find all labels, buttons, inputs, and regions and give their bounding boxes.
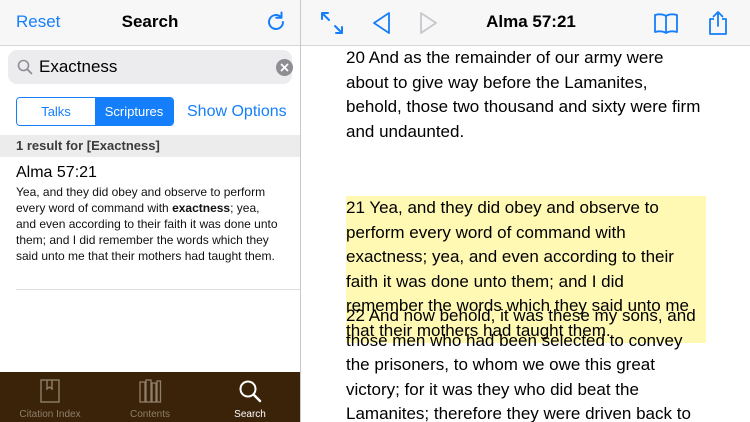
tab-citation-index-label: Citation Index [19, 409, 81, 420]
search-result-item[interactable]: Alma 57:21 Yea, and they did obey and ob… [16, 164, 300, 264]
tab-search[interactable]: Search [200, 372, 300, 422]
result-snippet: Yea, and they did obey and observe to pe… [16, 184, 280, 264]
segment-talks[interactable]: Talks [17, 98, 95, 125]
search-field[interactable]: Exactness [8, 50, 293, 84]
reader-navbar: Alma 57:21 [301, 0, 750, 46]
segment-scriptures[interactable]: Scriptures [95, 98, 173, 125]
search-pane: Reset Search Exactness Talks Scriptures … [0, 0, 301, 422]
bookmark-book-icon [40, 379, 60, 403]
expand-icon[interactable] [319, 10, 345, 36]
result-reference: Alma 57:21 [16, 164, 97, 181]
results-count-header: 1 result for [Exactness] [0, 135, 300, 157]
books-icon [139, 379, 162, 403]
reader-pane: Alma 57:21 20 And as the remainder of ou… [301, 0, 750, 422]
tab-contents-label: Contents [129, 409, 171, 420]
search-title: Search [121, 12, 179, 31]
reader-title: Alma 57:21 [486, 12, 576, 31]
tab-bar: Citation Index Contents Search [0, 372, 300, 422]
search-navbar: Reset Search [0, 0, 300, 46]
search-input[interactable]: Exactness [39, 57, 117, 77]
tab-contents[interactable]: Contents [100, 372, 200, 422]
tab-search-label: Search [234, 409, 266, 420]
clear-search-icon[interactable] [276, 59, 293, 76]
result-divider [16, 289, 300, 290]
book-icon[interactable] [653, 10, 679, 36]
tab-citation-index[interactable]: Citation Index [0, 372, 100, 422]
show-options-button[interactable]: Show Options [187, 103, 287, 121]
search-icon [17, 59, 33, 75]
search-icon [239, 380, 262, 403]
forward-triangle-icon [420, 12, 437, 34]
share-icon[interactable] [705, 10, 731, 36]
scope-segmented-control: Talks Scriptures [16, 97, 174, 126]
verse-20[interactable]: 20 And as the remainder of our army were… [346, 46, 706, 144]
refresh-icon[interactable] [264, 10, 288, 34]
snippet-match: exactness [172, 201, 231, 215]
verse-22[interactable]: 22 And now behold, it was these my sons,… [346, 304, 706, 422]
back-triangle-icon[interactable] [369, 10, 395, 36]
